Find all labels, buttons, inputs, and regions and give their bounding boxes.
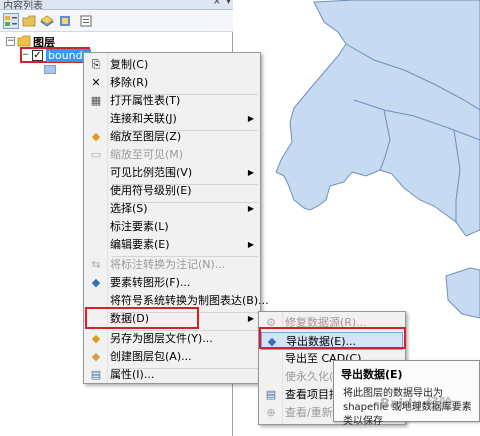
- export-data-highlight-box: [259, 327, 406, 349]
- convert-labels-icon: ⇆: [91, 258, 101, 271]
- properties-icon: ▤: [90, 368, 102, 381]
- menu-item-properties[interactable]: ▤ 属性(I)...: [86, 366, 258, 384]
- features-to-graphics-icon: ◆: [91, 276, 101, 289]
- list-by-visibility-icon[interactable]: [39, 13, 55, 29]
- menu-item-selection[interactable]: 选择(S) ▶: [86, 200, 258, 218]
- polygon-feature: [275, 0, 480, 237]
- menu-item-joins-relates[interactable]: 连接和关联(J) ▶: [86, 110, 258, 128]
- toc-toolbar: [0, 10, 233, 32]
- layers-expander-icon[interactable]: −: [6, 37, 15, 46]
- menu-item-zoom-to-visible: ▭ 缩放至可见(M): [86, 146, 258, 164]
- options-icon[interactable]: [78, 13, 94, 29]
- menu-item-save-as-layer-file[interactable]: ◆ 另存为图层文件(Y)...: [86, 330, 258, 348]
- menu-item-zoom-to-layer[interactable]: ◆ 缩放至图层(Z): [86, 128, 258, 146]
- menu-item-use-symbol-levels[interactable]: 使用符号级别(E): [86, 182, 258, 200]
- menu-item-open-attribute-table[interactable]: ▦ 打开属性表(T): [86, 92, 258, 110]
- watermark: Baidu 经验: [380, 397, 453, 412]
- layer-visibility-checkbox[interactable]: ✓: [32, 50, 43, 61]
- toc-title: 内容列表: [3, 1, 43, 10]
- menu-item-label-features[interactable]: 标注要素(L): [86, 218, 258, 236]
- copy-icon: ⎘: [91, 58, 101, 71]
- polygon-feature: [445, 267, 480, 319]
- layer-symbol-swatch[interactable]: [44, 65, 56, 74]
- submenu-arrow-icon: ▶: [247, 314, 254, 323]
- list-by-drawing-order-icon[interactable]: [3, 13, 19, 29]
- menu-item-convert-labels: ⇆ 将标注转换为注记(N)...: [86, 256, 258, 274]
- zoom-visible-icon: ▭: [90, 148, 102, 161]
- menu-item-edit-features[interactable]: 编辑要素(E) ▶: [86, 236, 258, 254]
- menu-item-copy[interactable]: ⎘ 复制(C): [86, 56, 258, 74]
- toc-titlebar: 内容列表 ▾ ×: [0, 0, 233, 10]
- data-item-highlight-box: [85, 307, 199, 329]
- zoom-layer-icon: ◆: [91, 130, 101, 143]
- remove-icon: ✕: [91, 76, 101, 89]
- rematch-icon: ⊕: [266, 406, 276, 419]
- layer-context-menu: ⎘ 复制(C) ✕ 移除(R) ▦ 打开属性表(T) 连接和关联(J) ▶ ◆ 缩放至图层…: [83, 52, 269, 384]
- menu-item-remove[interactable]: ✕ 移除(R): [86, 74, 258, 92]
- submenu-arrow-icon: ▶: [247, 114, 254, 123]
- list-by-selection-icon[interactable]: [57, 13, 73, 29]
- submenu-arrow-icon: ▶: [247, 204, 254, 213]
- save-layer-icon: ◆: [91, 332, 101, 345]
- pin-icon[interactable]: ▾: [226, 0, 231, 7]
- submenu-arrow-icon: ▶: [247, 240, 254, 249]
- menu-item-features-to-graphics[interactable]: ◆ 要素转图形(F)...: [86, 274, 258, 292]
- export-data-tooltip: 导出数据(E) 将此图层的数据导出为 shapefile 或地理数据库要素类以保…: [333, 360, 480, 427]
- tooltip-title: 导出数据(E): [341, 368, 403, 381]
- menu-item-create-layer-package[interactable]: ◆ 创建图层包(A)...: [86, 348, 258, 366]
- table-icon: ▦: [90, 94, 102, 107]
- close-icon[interactable]: ×: [213, 0, 221, 7]
- submenu-arrow-icon: ▶: [247, 168, 254, 177]
- item-description-icon: ▤: [265, 388, 277, 401]
- menu-item-visible-scale-range[interactable]: 可见比例范围(V) ▶: [86, 164, 258, 182]
- layer-package-icon: ◆: [91, 350, 101, 363]
- list-by-source-icon[interactable]: [21, 13, 37, 29]
